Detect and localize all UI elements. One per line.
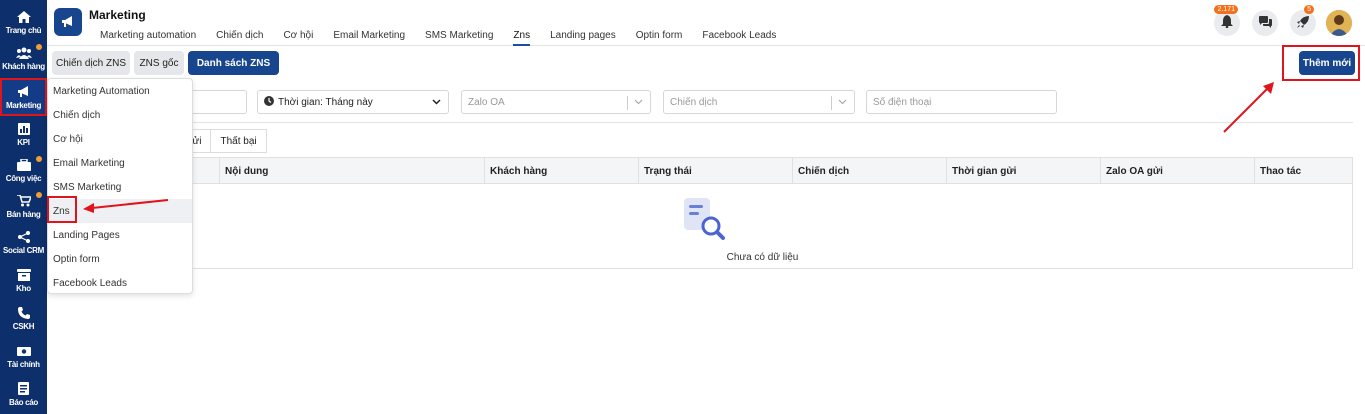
arrow-to-zns (83, 199, 169, 213)
arrow-to-add (1223, 82, 1274, 133)
annotation-arrows (83, 82, 1274, 213)
